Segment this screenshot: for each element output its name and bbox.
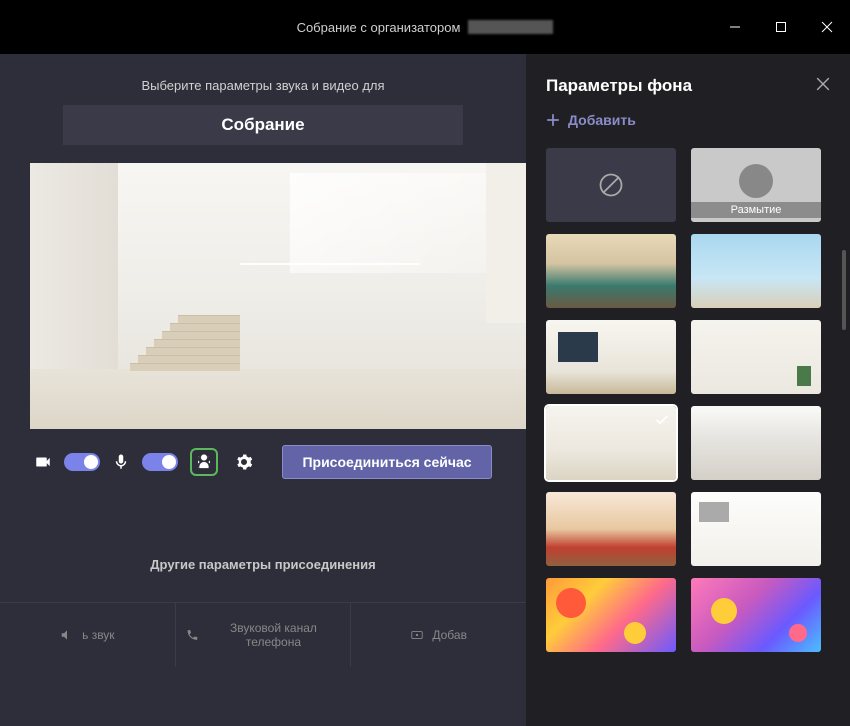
panel-title: Параметры фона [546,76,692,96]
close-button[interactable] [804,0,850,54]
maximize-button[interactable] [758,0,804,54]
bg-tile-blur[interactable]: Размытие [691,148,821,222]
audio-off-label: ь звук [82,628,114,642]
bg-tile-white-room-1[interactable] [546,406,676,480]
titlebar: Собрание с организатором [0,0,850,54]
bg-tile-none[interactable] [546,148,676,222]
bg-tile-room-plant[interactable] [691,320,821,394]
phone-icon [186,628,199,642]
bg-tile-white-room-2[interactable] [691,406,821,480]
bg-tile-lounge[interactable] [546,492,676,566]
settings-button[interactable] [230,448,258,476]
other-join-options-label: Другие параметры присоединения [0,557,526,572]
phone-audio-option[interactable]: Звуковой канал телефона [176,603,352,667]
bg-tile-beach[interactable] [691,234,821,308]
close-icon [816,77,830,91]
bg-tile-minimal-room[interactable] [691,492,821,566]
bg-tile-office-1[interactable] [546,234,676,308]
window-title: Собрание с организатором [297,20,554,35]
none-icon [597,171,625,199]
check-icon [654,412,670,428]
background-filters-button[interactable] [190,448,218,476]
scrollbar[interactable] [842,250,846,330]
room-icon [410,628,424,642]
blur-label: Размытие [691,202,821,218]
join-now-button[interactable]: Присоединиться сейчас [282,445,492,479]
title-prefix: Собрание с организатором [297,20,461,35]
audio-off-option[interactable]: ь звук [0,603,176,667]
organizer-name-redacted [468,20,553,34]
avatar-icon [739,164,773,198]
camera-toggle[interactable] [64,453,100,471]
minimize-button[interactable] [712,0,758,54]
meeting-title: Собрание [73,115,453,135]
bg-tile-loft[interactable] [546,320,676,394]
mic-toggle[interactable] [142,453,178,471]
mic-icon [112,453,130,471]
panel-close-button[interactable] [816,77,830,96]
left-panel: Выберите параметры звука и видео для Соб… [0,54,526,726]
background-settings-panel: Параметры фона Добавить Размытие [526,54,850,726]
phone-audio-label: Звуковой канал телефона [207,621,341,649]
plus-icon [546,113,560,127]
add-room-option[interactable]: Добав [351,603,526,667]
meeting-title-box: Собрание [63,105,463,145]
add-background-button[interactable]: Добавить [546,112,830,128]
speaker-icon [60,628,74,642]
add-room-label: Добав [432,628,467,642]
bg-tile-abstract-1[interactable] [546,578,676,652]
camera-icon [34,453,52,471]
bg-tile-abstract-2[interactable] [691,578,821,652]
video-preview [30,163,526,429]
instruction-text: Выберите параметры звука и видео для [0,78,526,93]
add-background-label: Добавить [568,112,636,128]
